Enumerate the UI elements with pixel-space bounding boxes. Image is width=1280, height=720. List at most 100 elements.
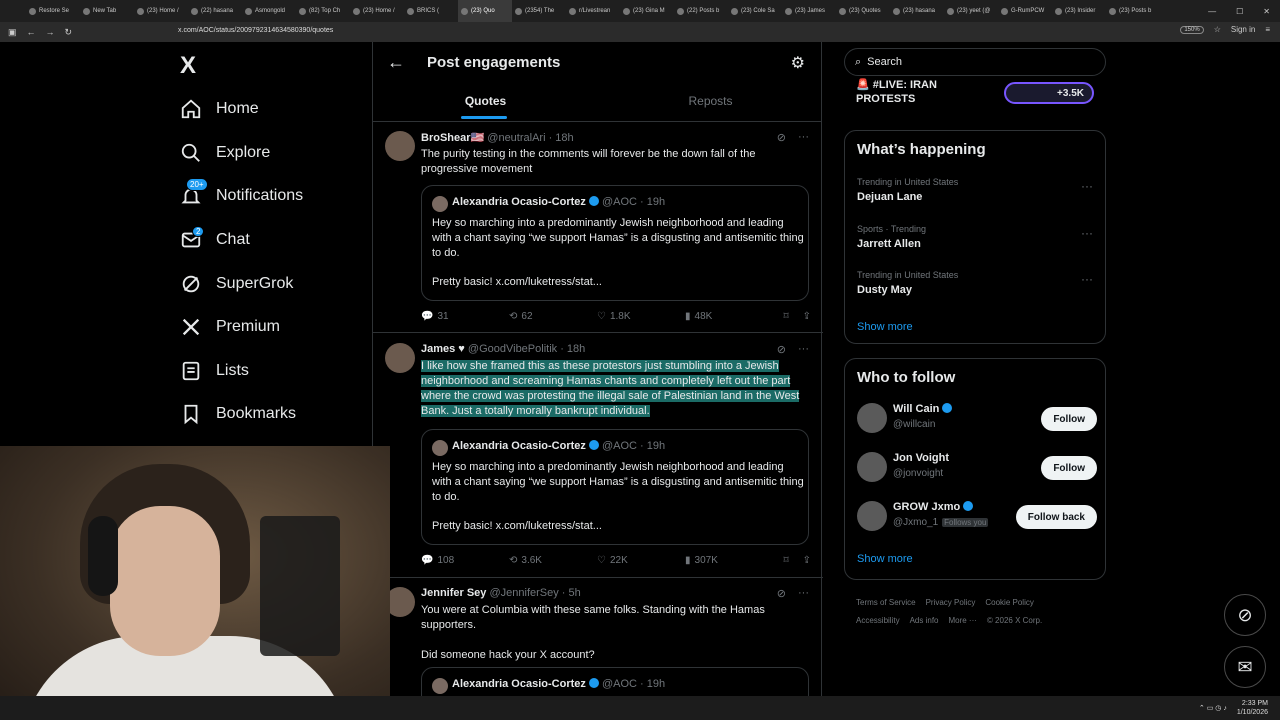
sidebar-toggle-icon[interactable]: ▣ <box>8 27 17 38</box>
browser-tab[interactable]: (23) hasana <box>890 0 944 22</box>
forward-icon[interactable]: → <box>46 27 55 38</box>
like-button[interactable]: ♡ 22K <box>597 555 685 566</box>
live-event-title[interactable]: 🚨 #LIVE: IRAN PROTESTS <box>856 78 996 106</box>
browser-tab[interactable]: (23) Quo <box>458 0 512 22</box>
trend-more-icon[interactable]: ··· <box>1081 179 1093 193</box>
star-icon[interactable]: ☆ <box>1214 25 1221 34</box>
browser-tab[interactable]: (2354) The <box>512 0 566 22</box>
avatar[interactable] <box>857 452 887 482</box>
browser-tab[interactable]: (23) Cole Sa <box>728 0 782 22</box>
repost-button[interactable]: ⟲ 3.6K <box>509 555 597 566</box>
grok-fab-icon[interactable]: ⊘ <box>1224 594 1266 636</box>
browser-tab[interactable]: (23) Quotes <box>836 0 890 22</box>
follow-button[interactable]: Follow <box>1041 456 1097 480</box>
browser-tab[interactable]: (23) Insider <box>1052 0 1106 22</box>
author-handle[interactable]: @neutralAri · 18h <box>487 132 573 144</box>
minimize-icon[interactable]: — <box>1208 7 1216 16</box>
footer-link[interactable]: More ··· <box>948 616 976 625</box>
follow-suggestion[interactable]: Will Cain @willcain Follow <box>857 401 1097 435</box>
sidebar-item-home[interactable]: Home <box>180 94 259 124</box>
avatar[interactable] <box>385 131 415 161</box>
footer-link[interactable]: © 2026 X Corp. <box>987 616 1042 625</box>
sign-in-button[interactable]: Sign in <box>1231 25 1255 34</box>
address-bar[interactable]: x.com/AOC/status/2009792314634580390/quo… <box>178 27 333 34</box>
author-handle[interactable]: @GoodVibePolitik · 18h <box>468 343 585 355</box>
browser-tab[interactable]: Restore Se <box>26 0 80 22</box>
sidebar-item-chat[interactable]: 2 Chat <box>180 225 250 255</box>
share-icon[interactable]: ⇪ <box>803 311 811 322</box>
author-name[interactable]: James ♥ <box>421 343 465 355</box>
maximize-icon[interactable]: ☐ <box>1236 7 1243 16</box>
trend-item[interactable]: Trending in United States Dusty May <box>857 270 958 296</box>
show-more-trends-link[interactable]: Show more <box>857 321 913 333</box>
trend-item[interactable]: Trending in United States Dejuan Lane <box>857 177 958 203</box>
avatar[interactable] <box>857 403 887 433</box>
browser-tab[interactable]: (23) Home / <box>350 0 404 22</box>
footer-link[interactable]: Cookie Policy <box>985 598 1033 607</box>
grok-explain-icon[interactable]: ⊘ <box>777 587 786 600</box>
x-logo[interactable]: X <box>180 52 196 80</box>
browser-tab[interactable]: BRICS ( <box>404 0 458 22</box>
follow-suggestion[interactable]: GROW Jxmo @Jxmo_1 Follows you Follow back <box>857 499 1097 533</box>
repost-button[interactable]: ⟲ 62 <box>509 311 597 322</box>
footer-link[interactable]: Terms of Service <box>856 598 916 607</box>
browser-tab[interactable]: (23) James <box>782 0 836 22</box>
browser-tab[interactable]: Asmongold <box>242 0 296 22</box>
menu-icon[interactable]: ≡ <box>1265 25 1270 34</box>
follow-button[interactable]: Follow back <box>1015 505 1097 529</box>
post-item[interactable]: Jennifer Sey @JenniferSey · 5h ⊘ ··· You we… <box>373 579 823 696</box>
quoted-post[interactable]: Alexandria Ocasio-Cortez @AOC · 19h <box>421 667 809 696</box>
tray-icons[interactable]: ⌃ ▭ ◷ ♪ <box>1199 704 1227 712</box>
post-item[interactable]: James ♥ @GoodVibePolitik · 18h ⊘ ··· I like… <box>373 335 823 578</box>
bookmark-icon[interactable]: ⌑ <box>783 311 788 322</box>
browser-tab[interactable]: G-RumPCW <box>998 0 1052 22</box>
browser-tab[interactable]: (23) Home / <box>134 0 188 22</box>
more-options-icon[interactable]: ··· <box>798 587 809 600</box>
post-item[interactable]: BroShear🇺🇸 @neutralAri · 18h ⊘ ··· The puri… <box>373 123 823 333</box>
trend-more-icon[interactable]: ··· <box>1081 272 1093 286</box>
grok-explain-icon[interactable]: ⊘ <box>777 343 786 356</box>
reload-icon[interactable]: ↻ <box>65 27 73 38</box>
author-handle[interactable]: @JenniferSey · 5h <box>489 587 580 599</box>
more-options-icon[interactable]: ··· <box>798 131 809 144</box>
browser-tab[interactable]: (23) yeet (@ <box>944 0 998 22</box>
avatar[interactable] <box>857 501 887 531</box>
sidebar-item-explore[interactable]: Explore <box>180 138 270 168</box>
messages-fab-icon[interactable]: ✉ <box>1224 646 1266 688</box>
trend-item[interactable]: Sports · Trending Jarrett Allen <box>857 224 926 250</box>
browser-tab[interactable]: (22) Posts b <box>674 0 728 22</box>
avatar[interactable] <box>385 343 415 373</box>
tab-reposts[interactable]: Reposts <box>598 94 823 108</box>
footer-link[interactable]: Privacy Policy <box>926 598 976 607</box>
views-button[interactable]: ▮ 48K <box>685 311 773 322</box>
footer-link[interactable]: Ads info <box>910 616 939 625</box>
sidebar-item-premium[interactable]: Premium <box>180 312 280 342</box>
bookmark-icon[interactable]: ⌑ <box>783 555 788 566</box>
settings-sliders-icon[interactable]: ⚙ <box>791 53 805 73</box>
show-more-follow-link[interactable]: Show more <box>857 553 913 565</box>
zoom-indicator[interactable]: 150% <box>1180 25 1204 34</box>
browser-tab[interactable]: (82) Top Ch <box>296 0 350 22</box>
browser-tab[interactable]: New Tab <box>80 0 134 22</box>
reply-button[interactable]: 💬 108 <box>421 555 509 566</box>
views-button[interactable]: ▮ 307K <box>685 555 773 566</box>
browser-tab[interactable]: (22) hasana <box>188 0 242 22</box>
search-input[interactable]: ⌕ Search <box>844 48 1106 76</box>
follow-suggestion[interactable]: Jon Voight @jonvoight Follow <box>857 450 1097 484</box>
browser-tab[interactable]: (23) Posts b <box>1106 0 1160 22</box>
like-button[interactable]: ♡ 1.8K <box>597 311 685 322</box>
quoted-post[interactable]: Alexandria Ocasio-Cortez @AOC · 19h Hey s… <box>421 429 809 545</box>
tab-quotes[interactable]: Quotes <box>373 94 598 119</box>
author-name[interactable]: BroShear🇺🇸 <box>421 132 484 144</box>
reply-button[interactable]: 💬 31 <box>421 311 509 322</box>
sidebar-item-lists[interactable]: Lists <box>180 356 249 386</box>
sidebar-item-notifications[interactable]: 20+ Notifications <box>180 178 303 211</box>
browser-tab[interactable]: r/Livestrean <box>566 0 620 22</box>
author-name[interactable]: Jennifer Sey <box>421 587 486 599</box>
back-arrow-icon[interactable]: ← <box>387 52 405 73</box>
footer-link[interactable]: Accessibility <box>856 616 900 625</box>
share-icon[interactable]: ⇪ <box>803 555 811 566</box>
trend-more-icon[interactable]: ··· <box>1081 226 1093 240</box>
sidebar-item-supergrok[interactable]: SuperGrok <box>180 269 293 299</box>
close-icon[interactable]: ✕ <box>1263 7 1270 16</box>
